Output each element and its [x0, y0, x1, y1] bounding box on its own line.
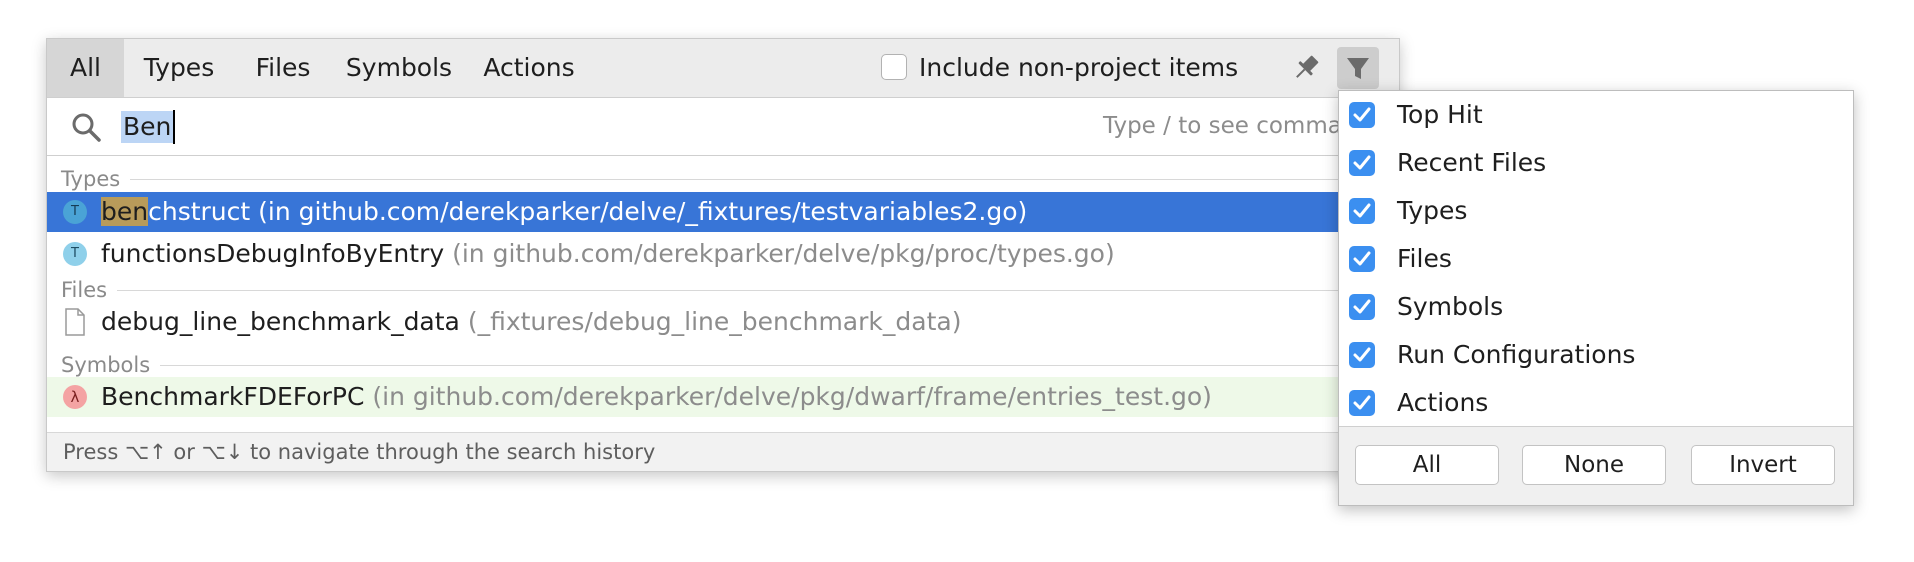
result-row[interactable]: T functionsDebugInfoByEntry (in github.c… [47, 234, 1399, 274]
filter-item-label: Types [1397, 196, 1468, 225]
include-non-project-checkbox[interactable] [881, 54, 907, 80]
tab-all[interactable]: All [47, 39, 124, 97]
tab-symbols[interactable]: Symbols [332, 39, 466, 97]
filter-item-actions[interactable]: Actions [1339, 379, 1853, 427]
filter-menu: Top Hit Recent Files Types Files Symbols… [1338, 90, 1854, 506]
result-location: (in github.com/derekparker/delve/pkg/pro… [444, 239, 1115, 268]
result-row[interactable]: T benchstruct (in github.com/derekparker… [47, 192, 1399, 232]
filter-item-label: Symbols [1397, 292, 1504, 321]
tab-types[interactable]: Types [124, 39, 234, 97]
select-none-button[interactable]: None [1522, 445, 1666, 485]
group-header-files: Files [47, 277, 1399, 303]
filter-item-label: Actions [1397, 388, 1489, 417]
checkbox-checked[interactable] [1349, 390, 1375, 416]
tab-files[interactable]: Files [234, 39, 332, 97]
result-name: functionsDebugInfoByEntry [101, 239, 445, 268]
check-icon [1353, 155, 1371, 170]
filter-item-label: Top Hit [1397, 100, 1483, 129]
tab-actions[interactable]: Actions [466, 39, 592, 97]
check-icon [1353, 347, 1371, 362]
filter-item-top-hit[interactable]: Top Hit [1339, 91, 1853, 139]
file-icon [65, 308, 85, 336]
filter-item-files[interactable]: Files [1339, 235, 1853, 283]
check-icon [1353, 395, 1371, 410]
search-input[interactable]: Ben [121, 111, 174, 143]
result-location: (in github.com/derekparker/delve/pkg/dwa… [364, 382, 1212, 411]
search-everywhere-popup: All Types Files Symbols Actions Include … [46, 38, 1400, 472]
match-highlight: ben [101, 197, 149, 226]
check-icon [1353, 299, 1371, 314]
filter-item-label: Recent Files [1397, 148, 1547, 177]
footer-hint-bar: Press ⌥↑ or ⌥↓ to navigate through the s… [47, 432, 1399, 471]
tab-bar: All Types Files Symbols Actions Include … [47, 39, 1399, 98]
text-caret [173, 110, 175, 144]
filter-button[interactable] [1337, 47, 1379, 89]
checkbox-checked[interactable] [1349, 294, 1375, 320]
filter-item-types[interactable]: Types [1339, 187, 1853, 235]
result-row[interactable]: debug_line_benchmark_data (_fixtures/deb… [47, 302, 1399, 342]
search-icon [72, 113, 101, 142]
footer-hint: Press ⌥↑ or ⌥↓ to navigate through the s… [63, 440, 656, 464]
pin-icon[interactable] [1289, 51, 1323, 85]
result-name: chstruct [148, 197, 251, 226]
checkbox-checked[interactable] [1349, 342, 1375, 368]
check-icon [1353, 251, 1371, 266]
group-header-symbols: Symbols [47, 352, 1399, 378]
search-hint: Type / to see comma [1103, 113, 1342, 139]
result-name: BenchmarkFDEForPC [101, 382, 365, 411]
filter-item-label: Run Configurations [1397, 340, 1636, 369]
group-header-types: Types [47, 166, 1399, 192]
checkbox-checked[interactable] [1349, 246, 1375, 272]
result-name: debug_line_benchmark_data [101, 307, 460, 336]
filter-item-recent-files[interactable]: Recent Files [1339, 139, 1853, 187]
invert-selection-button[interactable]: Invert [1691, 445, 1835, 485]
result-row[interactable]: λ BenchmarkFDEForPC (in github.com/derek… [47, 377, 1399, 417]
filter-item-label: Files [1397, 244, 1452, 273]
select-all-button[interactable]: All [1355, 445, 1499, 485]
result-location: (_fixtures/debug_line_benchmark_data) [459, 307, 962, 336]
filter-menu-footer: All None Invert [1339, 426, 1853, 505]
checkbox-checked[interactable] [1349, 198, 1375, 224]
filter-item-run-configurations[interactable]: Run Configurations [1339, 331, 1853, 379]
include-non-project-label: Include non-project items [919, 53, 1239, 82]
check-icon [1353, 203, 1371, 218]
filter-icon [1347, 58, 1369, 79]
checkbox-checked[interactable] [1349, 150, 1375, 176]
function-icon: λ [63, 385, 87, 409]
search-bar: Ben Type / to see comma [47, 98, 1399, 156]
result-location: (in github.com/derekparker/delve/_fixtur… [250, 197, 1028, 226]
type-icon: T [63, 242, 87, 266]
filter-item-symbols[interactable]: Symbols [1339, 283, 1853, 331]
type-icon: T [63, 200, 87, 224]
checkbox-checked[interactable] [1349, 102, 1375, 128]
check-icon [1353, 107, 1371, 122]
